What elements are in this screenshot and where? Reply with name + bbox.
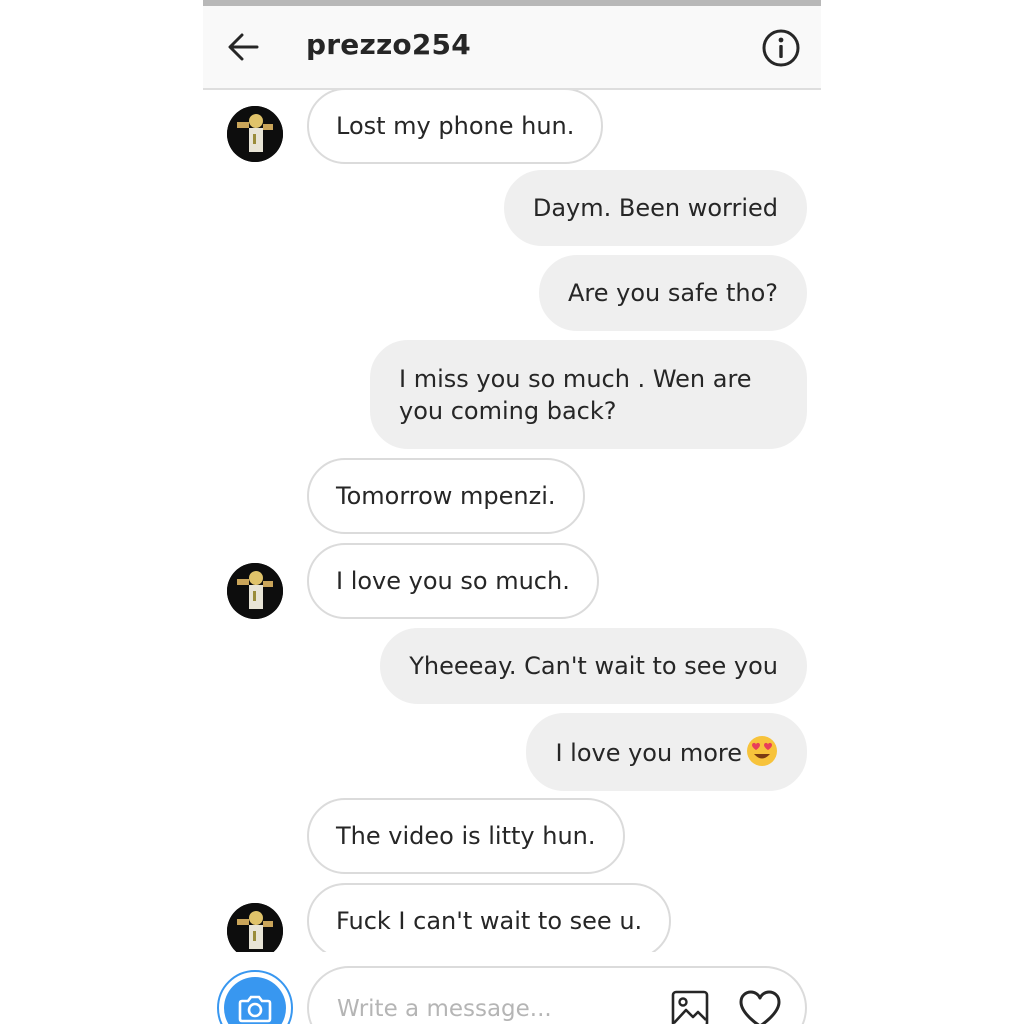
heart-icon: [739, 990, 781, 1024]
profile-photo-icon: [227, 563, 283, 619]
incoming-message-bubble[interactable]: I love you so much.: [307, 543, 599, 619]
profile-photo-icon: [227, 903, 283, 952]
incoming-message-bubble[interactable]: Fuck I can't wait to see u.: [307, 883, 672, 952]
profile-photo-icon: [227, 106, 283, 162]
avatar[interactable]: [227, 903, 283, 952]
info-button[interactable]: [759, 26, 803, 70]
message-input[interactable]: [335, 990, 659, 1024]
avatar[interactable]: [227, 106, 283, 162]
camera-icon: [238, 995, 272, 1023]
camera-button-fill: [224, 977, 286, 1024]
incoming-message-bubble[interactable]: Lost my phone hun.: [307, 90, 604, 164]
outgoing-message-bubble[interactable]: Are you safe tho?: [539, 255, 807, 331]
outgoing-message-bubble[interactable]: I miss you so much . Wen are you coming …: [370, 340, 807, 449]
message-thread[interactable]: Lost my phone hun. Daym. Been worried Ar…: [203, 90, 821, 952]
image-icon: [671, 990, 709, 1024]
info-circle-icon: [762, 29, 800, 67]
gallery-button[interactable]: [669, 988, 711, 1024]
message-text: I love you more: [555, 739, 742, 767]
thread-username[interactable]: prezzo254: [306, 28, 471, 61]
camera-button[interactable]: [217, 970, 293, 1024]
outgoing-message-bubble[interactable]: Yheeeay. Can't wait to see you: [380, 628, 807, 704]
message-composer: [203, 952, 821, 1024]
outgoing-message-bubble[interactable]: I love you more: [526, 713, 807, 791]
arrow-left-icon: [228, 33, 259, 61]
message-input-container: [307, 966, 807, 1024]
direct-message-screen: prezzo254 Lost my phone hun. Daym. Been …: [203, 0, 821, 1024]
thread-header: prezzo254: [203, 6, 821, 90]
like-button[interactable]: [737, 988, 783, 1024]
heart-eyes-emoji-icon: [747, 736, 777, 766]
avatar[interactable]: [227, 563, 283, 619]
back-button[interactable]: [221, 26, 267, 68]
incoming-message-bubble[interactable]: Tomorrow mpenzi.: [307, 458, 585, 534]
outgoing-message-bubble[interactable]: Daym. Been worried: [503, 170, 807, 246]
incoming-message-bubble[interactable]: The video is litty hun.: [307, 798, 625, 874]
